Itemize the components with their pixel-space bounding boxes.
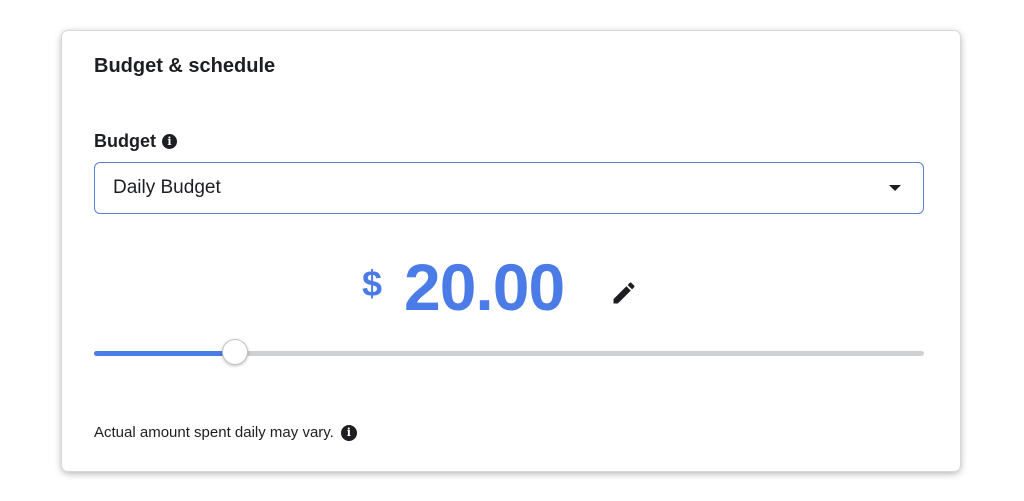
spend-note: Actual amount spent daily may vary. i: [94, 424, 357, 441]
budget-label-row: Budget i: [94, 131, 177, 152]
budget-amount: $ 20.00: [62, 250, 960, 324]
pencil-icon[interactable]: [610, 279, 638, 307]
budget-slider[interactable]: [94, 339, 924, 371]
spend-note-text: Actual amount spent daily may vary.: [94, 424, 334, 441]
budget-type-value: Daily Budget: [113, 177, 221, 198]
budget-type-select[interactable]: Daily Budget: [94, 162, 924, 214]
currency-symbol: $: [362, 263, 383, 304]
caret-down-icon: [889, 185, 901, 191]
budget-schedule-card: Budget & schedule Budget i Daily Budget …: [62, 31, 960, 471]
info-icon[interactable]: i: [340, 424, 357, 441]
amount-value: 20.00: [404, 250, 565, 324]
budget-label: Budget: [94, 131, 156, 151]
info-icon[interactable]: i: [162, 134, 177, 149]
slider-thumb[interactable]: [222, 339, 249, 365]
section-title: Budget & schedule: [94, 55, 276, 77]
slider-fill: [94, 351, 236, 356]
